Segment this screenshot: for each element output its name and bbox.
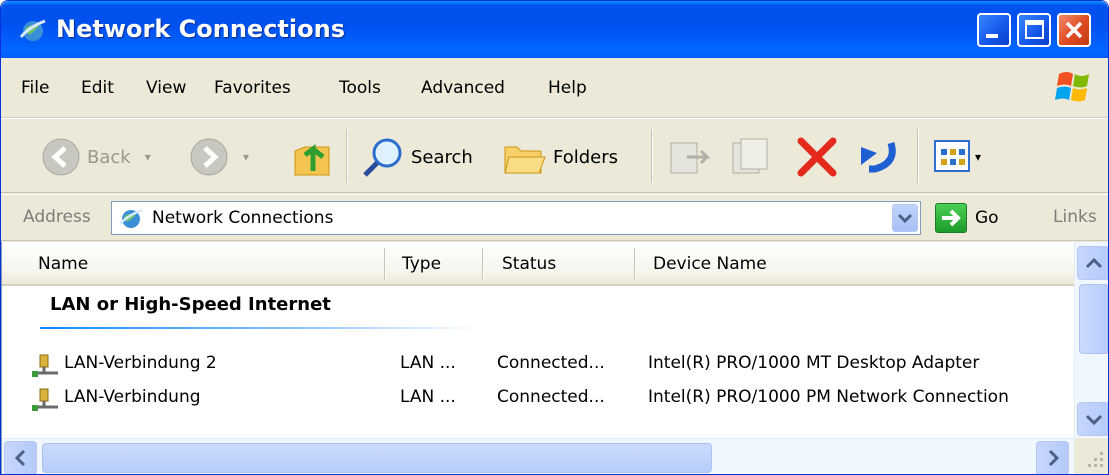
back-label: Back: [87, 146, 131, 168]
scroll-left-button[interactable]: [4, 441, 37, 474]
search-icon: [363, 138, 402, 177]
address-field[interactable]: Network Connections: [111, 201, 921, 235]
column-header-device-name[interactable]: Device Name: [653, 254, 767, 274]
network-connections-window: Network Connections File Edit View Favor…: [0, 0, 1109, 475]
back-arrow-icon: [42, 138, 80, 176]
window-title: Network Connections: [56, 15, 345, 43]
views-icon: [934, 140, 970, 172]
minimize-icon: [986, 34, 998, 38]
group-divider: [40, 327, 480, 329]
up-folder-button[interactable]: [291, 133, 333, 179]
group-title: LAN or High-Speed Internet: [50, 294, 331, 315]
address-dropdown-button[interactable]: [892, 204, 918, 232]
address-value: Network Connections: [152, 208, 334, 228]
address-label: Address: [23, 207, 91, 227]
close-button[interactable]: [1057, 13, 1091, 47]
menu-file[interactable]: File: [21, 78, 49, 98]
column-header-name[interactable]: Name: [38, 254, 88, 274]
go-button[interactable]: Go: [935, 203, 999, 233]
forward-button[interactable]: ▾: [189, 137, 249, 177]
connections-list-view: Name Type Status Device Name LAN or High…: [1, 242, 1108, 474]
forward-arrow-icon: [190, 138, 228, 176]
links-button[interactable]: Links: [1053, 207, 1097, 227]
connection-status: Connected...: [497, 387, 605, 407]
undo-icon[interactable]: [853, 133, 901, 179]
copy-to-icon[interactable]: [729, 135, 773, 179]
scroll-up-button[interactable]: [1077, 246, 1108, 280]
menu-favorites[interactable]: Favorites: [214, 78, 291, 98]
connection-type: LAN ...: [400, 387, 456, 407]
horizontal-scrollbar[interactable]: [2, 438, 1074, 474]
address-bar: Address Network Connections Go Links: [1, 194, 1108, 241]
chevron-right-icon: [1048, 449, 1060, 467]
up-folder-icon: [294, 144, 330, 176]
folders-icon: [504, 146, 546, 174]
folders-label: Folders: [553, 146, 619, 168]
column-header-status[interactable]: Status: [502, 254, 556, 274]
vertical-scrollbar[interactable]: [1074, 242, 1108, 438]
maximize-button[interactable]: [1017, 13, 1051, 47]
column-divider[interactable]: [384, 248, 386, 280]
toolbar-separator: [346, 129, 348, 183]
scroll-down-button[interactable]: [1077, 402, 1108, 436]
menu-bar: File Edit View Favorites Tools Advanced …: [1, 58, 1108, 118]
toolbar-separator: [651, 129, 653, 183]
minimize-button[interactable]: [977, 13, 1011, 47]
back-button[interactable]: Back ▾: [41, 137, 151, 177]
list-item[interactable]: LAN-Verbindung 2 LAN ... Connected... In…: [2, 347, 1074, 381]
chevron-left-icon: [14, 449, 26, 467]
windows-logo-icon: [1055, 72, 1089, 102]
chevron-down-icon: [1085, 414, 1103, 426]
views-dropdown-icon[interactable]: ▾: [975, 150, 981, 164]
vertical-scroll-thumb[interactable]: [1079, 284, 1108, 354]
back-dropdown-icon[interactable]: ▾: [145, 150, 151, 164]
menu-help[interactable]: Help: [548, 78, 587, 98]
menu-view[interactable]: View: [146, 78, 186, 98]
connection-name: LAN-Verbindung: [64, 387, 201, 407]
close-icon: [1065, 21, 1083, 39]
scroll-right-button[interactable]: [1036, 441, 1069, 474]
network-connections-icon: [119, 208, 143, 228]
title-bar[interactable]: Network Connections: [1, 1, 1108, 58]
menu-tools[interactable]: Tools: [339, 78, 381, 98]
search-label: Search: [411, 146, 473, 168]
menu-edit[interactable]: Edit: [81, 78, 114, 98]
toolbar-separator: [917, 129, 919, 183]
connection-device: Intel(R) PRO/1000 PM Network Connection: [648, 387, 1009, 407]
connection-status: Connected...: [497, 353, 605, 373]
move-to-icon[interactable]: [667, 135, 711, 179]
lan-connection-icon: [32, 388, 58, 411]
toolbar: Back ▾ ▾ Search Folders ▾: [1, 118, 1108, 193]
menu-advanced[interactable]: Advanced: [421, 78, 505, 98]
column-header-row: Name Type Status Device Name: [2, 242, 1074, 286]
delete-icon[interactable]: [795, 135, 839, 179]
column-divider[interactable]: [482, 248, 484, 280]
network-connections-icon: [19, 19, 46, 41]
connection-device: Intel(R) PRO/1000 MT Desktop Adapter: [648, 353, 980, 373]
go-arrow-icon: [935, 203, 967, 233]
column-header-type[interactable]: Type: [402, 254, 441, 274]
folders-button[interactable]: Folders: [501, 135, 618, 179]
column-divider[interactable]: [634, 248, 636, 280]
go-label: Go: [975, 208, 999, 228]
maximize-icon: [1025, 20, 1044, 39]
lan-connection-icon: [32, 354, 58, 377]
chevron-down-icon: [897, 213, 913, 224]
resize-grip-icon[interactable]: [1074, 438, 1108, 474]
search-button[interactable]: Search: [361, 135, 473, 179]
connection-type: LAN ...: [400, 353, 456, 373]
horizontal-scroll-thumb[interactable]: [42, 443, 712, 473]
list-item[interactable]: LAN-Verbindung LAN ... Connected... Inte…: [2, 381, 1074, 415]
connection-name: LAN-Verbindung 2: [64, 353, 217, 373]
chevron-up-icon: [1085, 257, 1103, 269]
views-button[interactable]: ▾: [933, 139, 981, 175]
forward-dropdown-icon[interactable]: ▾: [243, 150, 249, 164]
